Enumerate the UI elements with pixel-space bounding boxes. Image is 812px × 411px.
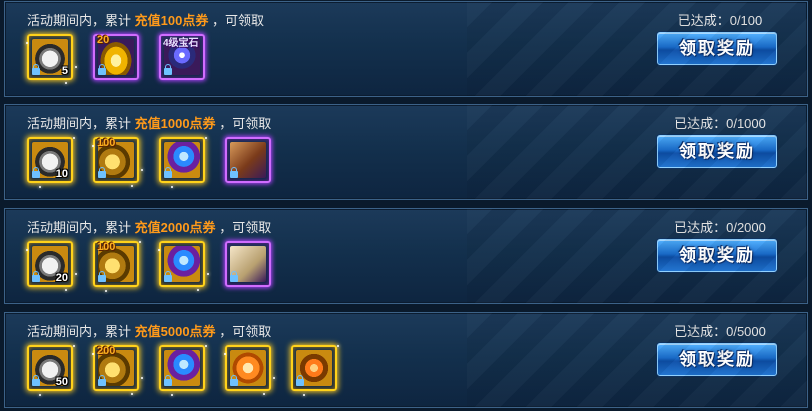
bound-lock-icon bbox=[98, 167, 106, 178]
reward-item-slot[interactable]: 20 bbox=[26, 241, 77, 291]
reward-item-slot[interactable] bbox=[291, 345, 339, 396]
item-badge: 200 bbox=[97, 345, 116, 357]
bound-lock-icon bbox=[32, 271, 40, 282]
bound-lock-icon bbox=[32, 375, 40, 386]
tier-description: 活动期间内，累计 充值1000点券 ，可领取 bbox=[27, 113, 271, 132]
bound-lock-icon bbox=[98, 375, 106, 386]
reward-tier-row: 活动期间内，累计 充值100点券 ，可领取 已达成：0/100 领取奖励 5 2… bbox=[4, 1, 808, 97]
item-badge: 100 bbox=[97, 137, 116, 149]
claim-reward-button[interactable]: 领取奖励 bbox=[657, 135, 777, 168]
reward-item-slot[interactable] bbox=[225, 137, 271, 183]
sparkle-effect bbox=[171, 394, 173, 396]
reward-item-slot[interactable]: 100 bbox=[93, 241, 141, 292]
sparkle-effect bbox=[92, 145, 94, 147]
sparkle-effect bbox=[131, 185, 133, 187]
item-quantity: 5 bbox=[61, 65, 68, 77]
bound-lock-icon bbox=[32, 64, 40, 75]
desc-suffix: ，可领取 bbox=[219, 324, 272, 339]
sparkle-effect bbox=[263, 393, 265, 395]
sparkle-effect bbox=[171, 186, 173, 188]
desc-prefix: 活动期间内，累计 bbox=[27, 116, 132, 131]
reward-tier-row: 活动期间内，累计 充值2000点券 ，可领取 已达成：0/2000 领取奖励 2… bbox=[4, 208, 808, 304]
reward-tier-row: 活动期间内，累计 充值5000点券 ，可领取 已达成：0/5000 领取奖励 5… bbox=[4, 312, 808, 408]
bound-lock-icon bbox=[32, 167, 40, 178]
bound-lock-icon bbox=[98, 271, 106, 282]
sparkle-effect bbox=[273, 377, 275, 379]
reward-item-slot[interactable] bbox=[158, 241, 209, 291]
tier-description: 活动期间内，累计 充值2000点券 ，可领取 bbox=[27, 217, 271, 236]
claim-reward-button[interactable]: 领取奖励 bbox=[657, 343, 777, 376]
bound-lock-icon bbox=[98, 64, 106, 75]
reward-item-slot[interactable]: 50 bbox=[27, 345, 75, 396]
reward-item-slot[interactable]: 100 bbox=[92, 137, 143, 187]
sparkle-effect bbox=[92, 353, 94, 355]
sparkle-effect bbox=[39, 186, 41, 188]
item-quantity: 50 bbox=[55, 376, 68, 388]
reward-item-slot[interactable] bbox=[159, 345, 207, 396]
item-badge: 20 bbox=[97, 34, 110, 46]
sparkle-effect bbox=[337, 345, 339, 347]
recharge-amount: 充值100点券 bbox=[134, 13, 209, 28]
sparkle-effect bbox=[139, 241, 141, 243]
sparkle-effect bbox=[224, 353, 226, 355]
reward-item-slot[interactable]: 200 bbox=[92, 345, 143, 395]
sparkle-effect bbox=[26, 249, 28, 251]
progress-text: 已达成：0/1000 bbox=[674, 116, 766, 131]
sparkle-effect bbox=[303, 394, 305, 396]
claim-reward-button[interactable]: 领取奖励 bbox=[657, 239, 777, 272]
sparkle-effect bbox=[197, 289, 199, 291]
bound-lock-icon bbox=[164, 271, 172, 282]
reward-item-slot[interactable]: 5 bbox=[26, 34, 77, 84]
bound-lock-icon bbox=[164, 64, 172, 75]
sparkle-effect bbox=[131, 393, 133, 395]
sparkle-effect bbox=[75, 66, 77, 68]
item-badge: 4级宝石 bbox=[163, 38, 199, 49]
tier-description: 活动期间内，累计 充值100点券 ，可领取 bbox=[27, 10, 264, 29]
bound-lock-icon bbox=[230, 271, 238, 282]
bound-lock-icon bbox=[230, 167, 238, 178]
reward-item-slot[interactable] bbox=[224, 345, 275, 395]
sparkle-effect bbox=[26, 42, 28, 44]
item-badge: 100 bbox=[97, 241, 116, 253]
progress-text: 已达成：0/100 bbox=[677, 13, 763, 28]
sparkle-effect bbox=[73, 137, 75, 139]
sparkle-effect bbox=[141, 169, 143, 171]
sparkle-effect bbox=[205, 345, 207, 347]
sparkle-effect bbox=[65, 82, 67, 84]
desc-prefix: 活动期间内，累计 bbox=[27, 13, 132, 28]
reward-item-slot[interactable]: 20 bbox=[93, 34, 139, 80]
sparkle-effect bbox=[158, 249, 160, 251]
reward-tier-row: 活动期间内，累计 充值1000点券 ，可领取 已达成：0/1000 领取奖励 1… bbox=[4, 104, 808, 200]
desc-prefix: 活动期间内，累计 bbox=[27, 324, 132, 339]
reward-item-slot[interactable] bbox=[159, 137, 207, 188]
progress-text: 已达成：0/2000 bbox=[674, 220, 766, 235]
recharge-amount: 充值1000点券 bbox=[134, 116, 216, 131]
sparkle-effect bbox=[73, 345, 75, 347]
sparkle-effect bbox=[205, 137, 207, 139]
sparkle-effect bbox=[105, 290, 107, 292]
sparkle-effect bbox=[141, 377, 143, 379]
claim-reward-button[interactable]: 领取奖励 bbox=[657, 32, 777, 65]
tier-description: 活动期间内，累计 充值5000点券 ，可领取 bbox=[27, 321, 271, 340]
bound-lock-icon bbox=[164, 375, 172, 386]
item-quantity: 10 bbox=[55, 168, 68, 180]
bound-lock-icon bbox=[296, 375, 304, 386]
sparkle-effect bbox=[207, 273, 209, 275]
recharge-amount: 充值2000点券 bbox=[134, 220, 216, 235]
progress-text: 已达成：0/5000 bbox=[674, 324, 766, 339]
desc-suffix: ，可领取 bbox=[219, 116, 272, 131]
reward-item-slot[interactable] bbox=[225, 241, 271, 287]
recharge-amount: 充值5000点券 bbox=[134, 324, 216, 339]
sparkle-effect bbox=[65, 289, 67, 291]
desc-suffix: ，可领取 bbox=[219, 220, 272, 235]
item-quantity: 20 bbox=[55, 272, 68, 284]
desc-suffix: ，可领取 bbox=[211, 13, 264, 28]
desc-prefix: 活动期间内，累计 bbox=[27, 220, 132, 235]
sparkle-effect bbox=[39, 394, 41, 396]
bound-lock-icon bbox=[230, 375, 238, 386]
reward-item-slot[interactable]: 10 bbox=[27, 137, 75, 188]
sparkle-effect bbox=[75, 273, 77, 275]
bound-lock-icon bbox=[164, 167, 172, 178]
reward-item-slot[interactable]: 4级宝石 bbox=[159, 34, 205, 80]
